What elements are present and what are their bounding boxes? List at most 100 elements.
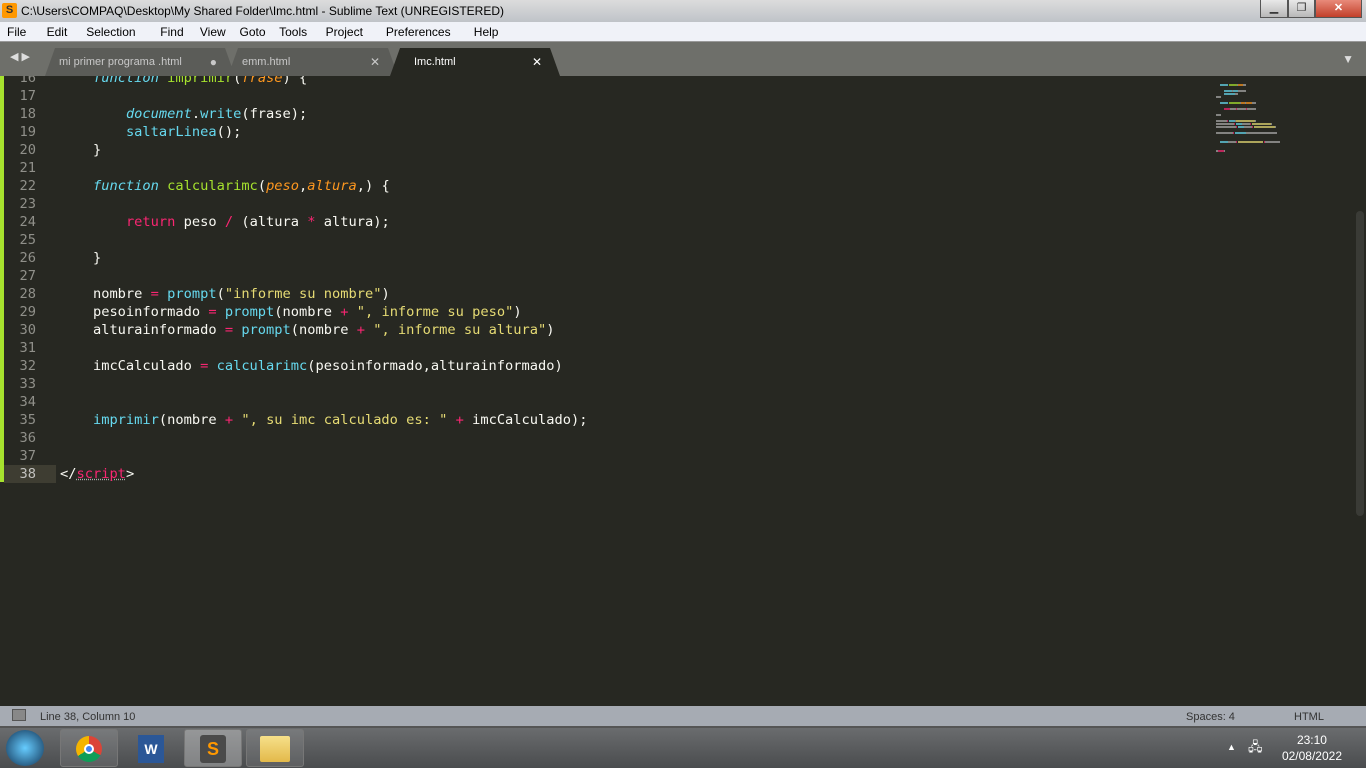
title-bar: S C:\Users\COMPAQ\Desktop\My Shared Fold… — [0, 0, 1366, 22]
line-number: 22 — [19, 178, 36, 194]
chrome-icon — [76, 736, 102, 762]
close-tab-icon[interactable]: ✕ — [532, 48, 542, 76]
code-token: ", su imc calculado es: " — [241, 412, 448, 428]
code-token: ", informe su peso" — [356, 304, 514, 320]
line-code: imcCalculado = calcularimc(pesoinformado… — [60, 357, 563, 375]
line-number: 20 — [19, 142, 36, 158]
menu-find[interactable]: Find — [160, 25, 183, 39]
code-token: calcularimc — [216, 358, 308, 374]
minimap-mark — [1254, 126, 1275, 128]
chrome-taskbar-button[interactable] — [60, 729, 118, 767]
code-token: peso — [266, 178, 300, 194]
tab-imc[interactable]: Imc.html ✕ — [390, 48, 560, 76]
code-token: } — [60, 250, 102, 266]
close-tab-icon[interactable]: ✕ — [370, 48, 380, 76]
menu-tools[interactable]: Tools — [279, 25, 307, 39]
word-taskbar-button[interactable]: W — [122, 729, 180, 767]
menu-help[interactable]: Help — [474, 25, 499, 39]
line-number: 17 — [19, 88, 36, 104]
tab-nav-arrows-icon[interactable]: ◀ ▶ — [10, 50, 30, 63]
code-token: altura — [307, 178, 357, 194]
menu-goto[interactable]: Goto — [240, 25, 266, 39]
panel-toggle-icon[interactable] — [12, 709, 26, 721]
line-number: 26 — [19, 250, 36, 266]
minimap-mark — [1236, 120, 1255, 122]
line-number: 27 — [19, 268, 36, 284]
minimap-mark — [1236, 141, 1237, 143]
modified-dot-icon[interactable]: ● — [210, 48, 217, 76]
code-token: saltarLinea — [125, 124, 217, 140]
code-token: (altura — [233, 214, 308, 230]
minimap[interactable] — [1216, 76, 1286, 156]
tab-mi-primer-programa[interactable]: mi primer programa .html ● — [45, 48, 235, 76]
menu-file[interactable]: File — [7, 25, 26, 39]
minimap-mark — [1255, 120, 1256, 122]
code-token: (frase); — [241, 106, 308, 122]
code-editor[interactable]: 16 function imprimir(frase) {17 18 docume… — [0, 76, 1366, 706]
line-number: 32 — [19, 358, 36, 374]
menu-view[interactable]: View — [200, 25, 226, 39]
code-token: (); — [216, 124, 242, 140]
code-token: (nombre — [274, 304, 341, 320]
code-token: + — [224, 412, 234, 428]
menu-preferences[interactable]: Preferences — [386, 25, 451, 39]
tab-label: Imc.html — [414, 56, 456, 68]
sublime-taskbar-button[interactable]: S — [184, 729, 242, 767]
minimap-mark — [1216, 126, 1236, 128]
tab-label: mi primer programa .html — [59, 56, 182, 68]
tab-label: emm.html — [242, 56, 291, 68]
code-token: calcularimc — [167, 178, 258, 194]
windows-start-icon[interactable] — [6, 730, 44, 766]
minimap-mark — [1237, 108, 1246, 110]
clock[interactable]: 23:10 02/08/2022 — [1282, 732, 1342, 764]
menu-selection[interactable]: Selection — [86, 25, 135, 39]
line-number: 16 — [19, 76, 36, 86]
code-token: document — [125, 106, 192, 122]
code-token: ( — [216, 286, 225, 302]
code-token: = — [150, 286, 159, 302]
line-number: 29 — [19, 304, 36, 320]
window-title: C:\Users\COMPAQ\Desktop\My Shared Folder… — [21, 4, 504, 18]
indentation-setting[interactable]: Spaces: 4 — [1186, 711, 1235, 723]
syntax-setting[interactable]: HTML — [1294, 711, 1324, 723]
minimap-mark — [1247, 108, 1256, 110]
menu-edit[interactable]: Edit — [47, 25, 68, 39]
minimap-mark — [1216, 123, 1234, 125]
line-code: function imprimir(frase) { — [60, 76, 307, 87]
tab-dropdown-icon[interactable]: ▼ — [1342, 52, 1354, 66]
code-token: </ — [60, 466, 77, 482]
line-code: return peso / (altura * altura); — [60, 213, 390, 231]
minimap-mark — [1216, 132, 1233, 134]
line-code: imprimir(nombre + ", su imc calculado es… — [60, 411, 588, 429]
menu-project[interactable]: Project — [326, 25, 363, 39]
show-hidden-icons-arrow[interactable]: ▲ — [1227, 742, 1236, 752]
minimap-mark — [1236, 126, 1237, 128]
minimap-mark — [1245, 102, 1246, 104]
minimap-mark — [1229, 120, 1235, 122]
close-window-button[interactable]: ✕ — [1315, 0, 1362, 18]
minimap-mark — [1228, 141, 1236, 143]
minimap-mark — [1236, 123, 1242, 125]
minimap-mark — [1224, 108, 1230, 110]
tab-emm[interactable]: emm.html ✕ — [228, 48, 398, 76]
minimap-mark — [1220, 84, 1228, 86]
explorer-taskbar-button[interactable] — [246, 729, 304, 767]
word-icon: W — [138, 735, 164, 763]
minimap-mark — [1216, 120, 1227, 122]
folder-icon — [260, 736, 290, 762]
line-number: 38 — [4, 465, 56, 483]
minimap-mark — [1264, 141, 1265, 143]
minimize-button[interactable]: ▁ — [1260, 0, 1288, 18]
minimap-mark — [1238, 84, 1243, 86]
code-token: altura); — [315, 214, 390, 230]
network-status-icon[interactable]: 🖧 — [1248, 738, 1263, 760]
code-token: imprimir — [92, 412, 159, 428]
scrollbar[interactable] — [1356, 211, 1364, 516]
restore-button[interactable]: ❐ — [1288, 0, 1315, 18]
